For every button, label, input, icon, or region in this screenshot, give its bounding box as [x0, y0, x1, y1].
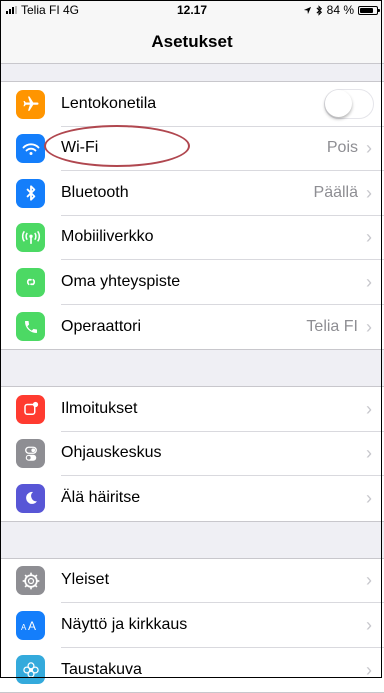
wifi-icon	[16, 134, 45, 163]
settings-row-do-not-disturb[interactable]: Älä häiritse ›	[0, 476, 384, 521]
chevron-right-icon: ›	[366, 228, 372, 246]
status-right: 84 %	[303, 0, 378, 20]
display-brightness-icon: AA	[16, 611, 45, 640]
chevron-right-icon: ›	[366, 273, 372, 291]
settings-row-wallpaper[interactable]: Taustakuva ›	[0, 648, 384, 693]
chevron-right-icon: ›	[366, 661, 372, 679]
svg-text:A: A	[21, 623, 27, 632]
settings-row-label: Yleiset	[61, 571, 366, 589]
settings-row-label: Taustakuva	[61, 661, 366, 679]
airplane-icon	[16, 90, 45, 119]
settings-row-label: Oma yhteyspiste	[61, 273, 366, 291]
hotspot-icon	[16, 268, 45, 297]
status-bar: Telia FI 4G 12.17 84 %	[0, 0, 384, 20]
settings-group-general: Yleiset › AA Näyttö ja kirkkaus › Tausta…	[0, 558, 384, 693]
settings-row-wifi[interactable]: Wi-Fi Pois ›	[0, 127, 384, 172]
moon-icon	[16, 484, 45, 513]
settings-row-label: Operaattori	[61, 318, 306, 336]
settings-row-label: Näyttö ja kirkkaus	[61, 616, 366, 634]
settings-row-airplane-mode[interactable]: Lentokonetila	[0, 82, 384, 127]
carrier-label: Telia FI 4G	[21, 3, 79, 17]
settings-group-notifications: Ilmoitukset › Ohjauskeskus › Älä häirits…	[0, 386, 384, 522]
settings-row-general[interactable]: Yleiset ›	[0, 559, 384, 604]
settings-row-label: Ohjauskeskus	[61, 444, 366, 462]
chevron-right-icon: ›	[366, 400, 372, 418]
settings-row-label: Mobiiliverkko	[61, 228, 366, 246]
settings-row-label: Ilmoitukset	[61, 400, 366, 418]
gear-icon	[16, 566, 45, 595]
battery-percent: 84 %	[327, 3, 354, 17]
svg-text:A: A	[28, 619, 36, 633]
settings-row-value: Telia FI	[306, 318, 358, 336]
control-center-icon	[16, 439, 45, 468]
chevron-right-icon: ›	[366, 139, 372, 157]
bluetooth-status-icon	[316, 5, 323, 16]
settings-row-label: Wi-Fi	[61, 139, 327, 157]
settings-row-value: Päällä	[314, 184, 358, 202]
settings-row-value: Pois	[327, 139, 358, 157]
phone-icon	[16, 312, 45, 341]
chevron-right-icon: ›	[366, 318, 372, 336]
settings-row-control-center[interactable]: Ohjauskeskus ›	[0, 432, 384, 477]
settings-group-connectivity: Lentokonetila Wi-Fi Pois › Bluetooth Pää…	[0, 81, 384, 350]
settings-row-label: Älä häiritse	[61, 489, 366, 507]
settings-row-carrier[interactable]: Operaattori Telia FI ›	[0, 305, 384, 350]
bluetooth-icon	[16, 179, 45, 208]
battery-icon	[358, 6, 378, 15]
cellular-icon	[16, 223, 45, 252]
settings-row-display-brightness[interactable]: AA Näyttö ja kirkkaus ›	[0, 603, 384, 648]
chevron-right-icon: ›	[366, 489, 372, 507]
notifications-icon	[16, 395, 45, 424]
chevron-right-icon: ›	[366, 184, 372, 202]
settings-row-label: Lentokonetila	[61, 95, 324, 113]
settings-row-label: Bluetooth	[61, 184, 314, 202]
chevron-right-icon: ›	[366, 571, 372, 589]
chevron-right-icon: ›	[366, 444, 372, 462]
page-title: Asetukset	[151, 32, 232, 52]
navigation-bar: Asetukset	[0, 20, 384, 64]
settings-row-cellular[interactable]: Mobiiliverkko ›	[0, 216, 384, 261]
chevron-right-icon: ›	[366, 616, 372, 634]
settings-row-notifications[interactable]: Ilmoitukset ›	[0, 387, 384, 432]
clock: 12.17	[177, 3, 207, 17]
location-icon	[303, 6, 312, 15]
settings-row-bluetooth[interactable]: Bluetooth Päällä ›	[0, 171, 384, 216]
signal-strength-icon	[6, 6, 17, 14]
airplane-mode-toggle[interactable]	[324, 89, 374, 119]
settings-row-personal-hotspot[interactable]: Oma yhteyspiste ›	[0, 260, 384, 305]
